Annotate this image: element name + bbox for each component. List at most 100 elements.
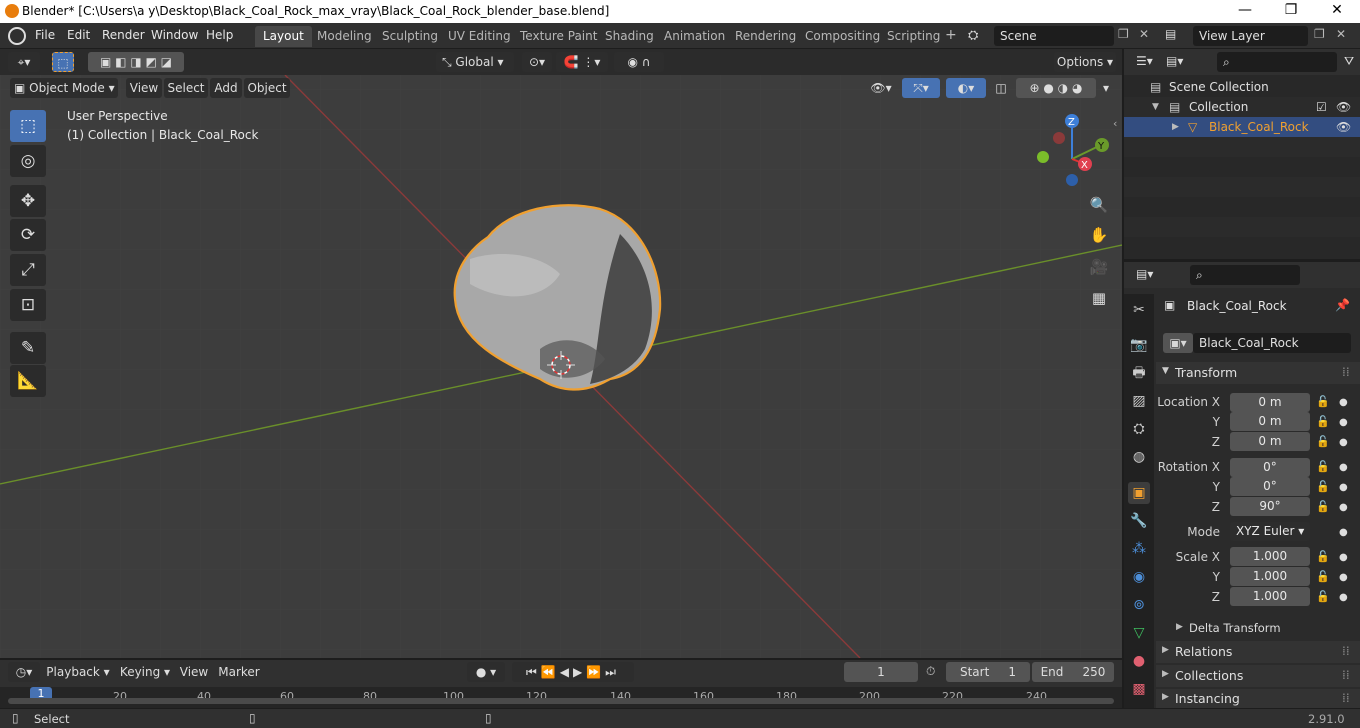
- collection-checkbox-icon[interactable]: ☑: [1316, 97, 1327, 117]
- move-tool-icon[interactable]: ✥: [10, 185, 46, 217]
- location-y-field[interactable]: 0 m: [1230, 412, 1310, 431]
- delete-scene-icon[interactable]: ✕: [1139, 27, 1149, 41]
- timeline-editor-type-icon[interactable]: ◷▾: [8, 662, 40, 682]
- location-x-field[interactable]: 0 m: [1230, 393, 1310, 412]
- tab-compositing[interactable]: Compositing: [797, 26, 888, 47]
- shading-mode-buttons[interactable]: ⊕ ● ◑ ◕: [1016, 78, 1096, 98]
- proportional-editing-toggle[interactable]: ◉ ∩: [614, 52, 664, 72]
- drag-handle-icon[interactable]: ⁞⁞: [1342, 668, 1350, 682]
- rotation-z-field[interactable]: 90°: [1230, 497, 1310, 516]
- view-layer-tab-icon[interactable]: ▨: [1128, 390, 1150, 412]
- tab-uv-editing[interactable]: UV Editing: [440, 26, 519, 47]
- snap-toggle[interactable]: 🧲 ⋮▾: [556, 52, 608, 72]
- outliner-row-object[interactable]: ▶ ▽ Black_Coal_Rock 👁: [1124, 117, 1360, 137]
- keyframe-dot-icon[interactable]: ●: [1339, 397, 1348, 408]
- sidebar-toggle-icon[interactable]: ‹: [1113, 117, 1117, 130]
- output-tab-icon[interactable]: 🖶: [1128, 362, 1150, 384]
- lock-icon[interactable]: 🔓: [1316, 480, 1330, 493]
- transform-orientation-dropdown[interactable]: ⤡ Global ▾: [436, 52, 514, 72]
- object-tab-icon[interactable]: ▣: [1128, 482, 1150, 504]
- lock-icon[interactable]: 🔓: [1316, 590, 1330, 603]
- expand-object-icon[interactable]: ▶: [1172, 117, 1179, 137]
- maximize-button[interactable]: ❐: [1268, 0, 1314, 23]
- blender-menu-icon[interactable]: [8, 27, 26, 45]
- location-z-field[interactable]: 0 m: [1230, 432, 1310, 451]
- lock-icon[interactable]: 🔓: [1316, 570, 1330, 583]
- scene-icon[interactable]: ⛭: [968, 28, 978, 43]
- rotation-y-field[interactable]: 0°: [1230, 477, 1310, 496]
- drag-handle-icon[interactable]: ⁞⁞: [1342, 691, 1350, 705]
- menu-file[interactable]: File: [35, 28, 55, 42]
- preview-range-icon[interactable]: ⏱: [926, 664, 935, 679]
- filter-icon[interactable]: ⛛: [1344, 54, 1354, 69]
- outliner-editor-type-icon[interactable]: ☰▾: [1136, 54, 1153, 68]
- perspective-toggle-icon[interactable]: ▦: [1086, 285, 1112, 311]
- timeline-scrollbar[interactable]: [8, 698, 1114, 704]
- particles-tab-icon[interactable]: ⁂: [1128, 538, 1150, 560]
- select-mode-buttons[interactable]: ▣ ◧ ◨ ◩ ◪: [88, 52, 184, 72]
- scale-tool-icon[interactable]: ⤢: [10, 254, 46, 286]
- expand-collection-icon[interactable]: ▼: [1152, 97, 1159, 117]
- playback-controls[interactable]: ⏮⏪◀▶⏩⏭: [512, 662, 634, 682]
- constraints-tab-icon[interactable]: ⊚: [1128, 594, 1150, 616]
- menu-render[interactable]: Render: [102, 28, 145, 42]
- keyframe-dot-icon[interactable]: ●: [1339, 527, 1348, 538]
- gizmo-toggle-icon[interactable]: ⤧▾: [902, 78, 940, 98]
- camera-view-icon[interactable]: 🎥: [1086, 254, 1112, 280]
- delete-view-layer-icon[interactable]: ✕: [1336, 27, 1346, 41]
- viewport-menu-select[interactable]: Select: [164, 78, 208, 98]
- keyframe-dot-icon[interactable]: ●: [1339, 437, 1348, 448]
- tab-shading[interactable]: Shading: [597, 26, 662, 47]
- modifiers-tab-icon[interactable]: 🔧: [1128, 510, 1150, 532]
- view-layer-icon[interactable]: ▤: [1165, 27, 1176, 41]
- tab-modeling[interactable]: Modeling: [309, 26, 380, 47]
- keyframe-dot-icon[interactable]: ●: [1339, 592, 1348, 603]
- lock-icon[interactable]: 🔓: [1316, 550, 1330, 563]
- tab-texture-paint[interactable]: Texture Paint: [512, 26, 605, 47]
- world-tab-icon[interactable]: ◍: [1128, 446, 1150, 468]
- drag-handle-icon[interactable]: ⁞⁞: [1342, 365, 1350, 379]
- scene-tab-icon[interactable]: ⛭: [1128, 418, 1150, 440]
- keying-menu[interactable]: Keying ▾: [116, 662, 174, 682]
- scale-z-field[interactable]: 1.000: [1230, 587, 1310, 606]
- outliner-row-collection[interactable]: ▼ ▤ Collection ☑ 👁: [1124, 97, 1360, 117]
- start-frame-field[interactable]: Start 1: [946, 662, 1030, 682]
- collections-panel-header[interactable]: ▶ Collections ⁞⁞: [1156, 665, 1360, 687]
- object-eye-icon[interactable]: 👁: [1336, 117, 1351, 137]
- display-mode-icon[interactable]: ▤▾: [1166, 54, 1183, 68]
- delta-transform-subpanel[interactable]: ▶ Delta Transform: [1172, 620, 1352, 638]
- pan-hand-icon[interactable]: ✋: [1086, 222, 1112, 248]
- collection-eye-icon[interactable]: 👁: [1336, 97, 1351, 117]
- menu-help[interactable]: Help: [206, 28, 233, 42]
- lock-icon[interactable]: 🔓: [1316, 395, 1330, 408]
- object-name-field[interactable]: Black_Coal_Rock: [1193, 333, 1351, 353]
- overlay-toggle-icon[interactable]: ◐▾: [946, 78, 986, 98]
- instancing-panel-header[interactable]: ▶ Instancing ⁞⁞: [1156, 689, 1360, 708]
- end-frame-field[interactable]: End 250: [1032, 662, 1114, 682]
- annotate-tool-icon[interactable]: ✎: [10, 332, 46, 364]
- drag-handle-icon[interactable]: ⁞⁞: [1342, 644, 1350, 658]
- new-view-layer-icon[interactable]: ❐: [1314, 27, 1325, 41]
- keyframe-dot-icon[interactable]: ●: [1339, 462, 1348, 473]
- properties-editor-type-icon[interactable]: ▤▾: [1136, 267, 1153, 281]
- tab-rendering[interactable]: Rendering: [727, 26, 804, 47]
- lock-icon[interactable]: 🔓: [1316, 500, 1330, 513]
- lock-icon[interactable]: 🔓: [1316, 435, 1330, 448]
- xray-toggle-icon[interactable]: ◫: [992, 78, 1010, 98]
- timeline-view-menu[interactable]: View: [178, 662, 210, 682]
- menu-edit[interactable]: Edit: [67, 28, 90, 42]
- add-workspace-icon[interactable]: +: [945, 27, 957, 43]
- playback-menu[interactable]: Playback ▾: [45, 662, 111, 682]
- view-layer-field[interactable]: View Layer: [1193, 26, 1308, 46]
- scale-x-field[interactable]: 1.000: [1230, 547, 1310, 566]
- keyframe-dot-icon[interactable]: ●: [1339, 482, 1348, 493]
- tool-tab-icon[interactable]: ✂: [1128, 299, 1150, 321]
- relations-panel-header[interactable]: ▶ Relations ⁞⁞: [1156, 641, 1360, 663]
- zoom-icon[interactable]: 🔍: [1086, 192, 1112, 218]
- keyframe-dot-icon[interactable]: ●: [1339, 552, 1348, 563]
- tab-layout[interactable]: Layout: [255, 26, 312, 47]
- close-button[interactable]: ✕: [1314, 0, 1360, 23]
- lock-icon[interactable]: 🔓: [1316, 415, 1330, 428]
- pin-icon[interactable]: 📌: [1335, 298, 1350, 312]
- viewport-menu-view[interactable]: View: [126, 78, 162, 98]
